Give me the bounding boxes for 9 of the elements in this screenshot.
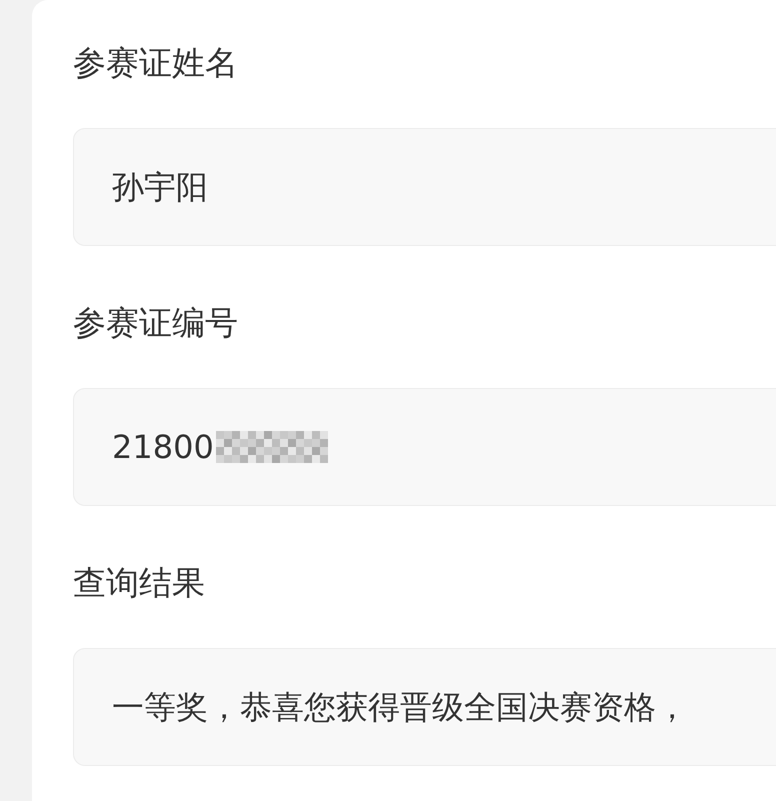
input-field[interactable]: 21800 (73, 388, 776, 506)
field-value: 一等奖，恭喜您获得晋级全国决赛资格， (112, 687, 688, 728)
field-value: 21800 (112, 427, 214, 468)
input-field[interactable]: 一等奖，恭喜您获得晋级全国决赛资格， (73, 648, 776, 766)
field-label: 查询结果 (73, 562, 206, 604)
field-label: 参赛证编号 (73, 302, 239, 344)
input-field[interactable]: 孙宇阳 (73, 128, 776, 246)
field-label: 参赛证姓名 (73, 42, 239, 84)
field-value: 孙宇阳 (112, 167, 208, 208)
